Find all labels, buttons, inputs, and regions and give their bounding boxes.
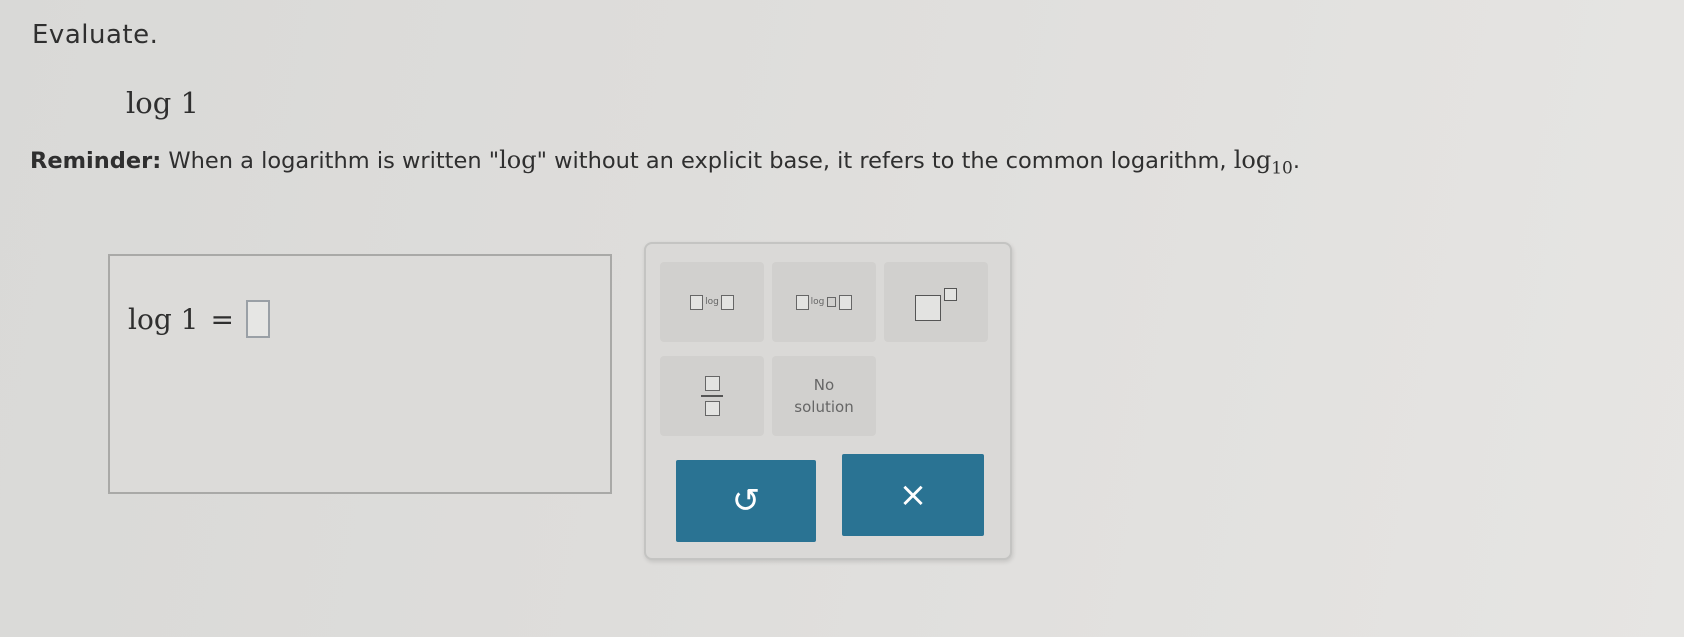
denominator-box-icon <box>704 401 720 416</box>
numerator-box-icon <box>704 376 720 391</box>
placeholder-box-icon <box>839 294 853 310</box>
instruction-text: Evaluate. <box>32 20 159 50</box>
close-icon: × <box>898 475 928 515</box>
answer-equation: log 1 = <box>128 300 270 338</box>
log-base-template-button[interactable]: log <box>772 262 876 342</box>
answer-area[interactable]: log 1 = <box>108 254 612 494</box>
log-template-label: log <box>705 297 719 307</box>
reminder-text-before: When a logarithm is written " <box>161 148 500 174</box>
base-placeholder-icon <box>915 295 941 321</box>
reminder-log-word: log <box>499 146 537 174</box>
answer-lhs: log 1 <box>128 302 199 336</box>
math-keypad: log log No solution ↺ × <box>644 242 1012 560</box>
placeholder-box-icon <box>720 294 734 310</box>
answer-equals: = <box>210 302 234 336</box>
problem-expression: log 1 <box>126 86 199 120</box>
undo-icon: ↺ <box>731 481 761 521</box>
reminder-label: Reminder: <box>30 148 162 174</box>
log-template-button[interactable]: log <box>660 262 764 342</box>
placeholder-box-icon <box>690 294 704 310</box>
reminder-common-log: log <box>1233 146 1272 174</box>
answer-input-slot[interactable] <box>245 300 270 338</box>
reminder-end: . <box>1292 148 1300 174</box>
reminder-text: Reminder: When a logarithm is written "l… <box>30 146 1300 179</box>
no-solution-line1: No <box>813 376 835 394</box>
no-solution-line2: solution <box>794 398 854 416</box>
undo-button[interactable]: ↺ <box>676 460 816 542</box>
clear-button[interactable]: × <box>842 454 984 536</box>
fraction-button[interactable] <box>660 356 764 436</box>
exponent-placeholder-icon <box>944 287 957 301</box>
no-solution-button[interactable]: No solution <box>772 356 876 436</box>
reminder-log-base: 10 <box>1271 158 1293 179</box>
exponent-button[interactable] <box>884 262 988 342</box>
fraction-icon <box>701 376 723 416</box>
fraction-bar <box>701 395 723 397</box>
base-box-icon <box>827 297 837 307</box>
log-base-label: log <box>810 297 825 307</box>
placeholder-box-icon <box>795 294 809 310</box>
reminder-text-after: " without an explicit base, it refers to… <box>536 148 1234 174</box>
